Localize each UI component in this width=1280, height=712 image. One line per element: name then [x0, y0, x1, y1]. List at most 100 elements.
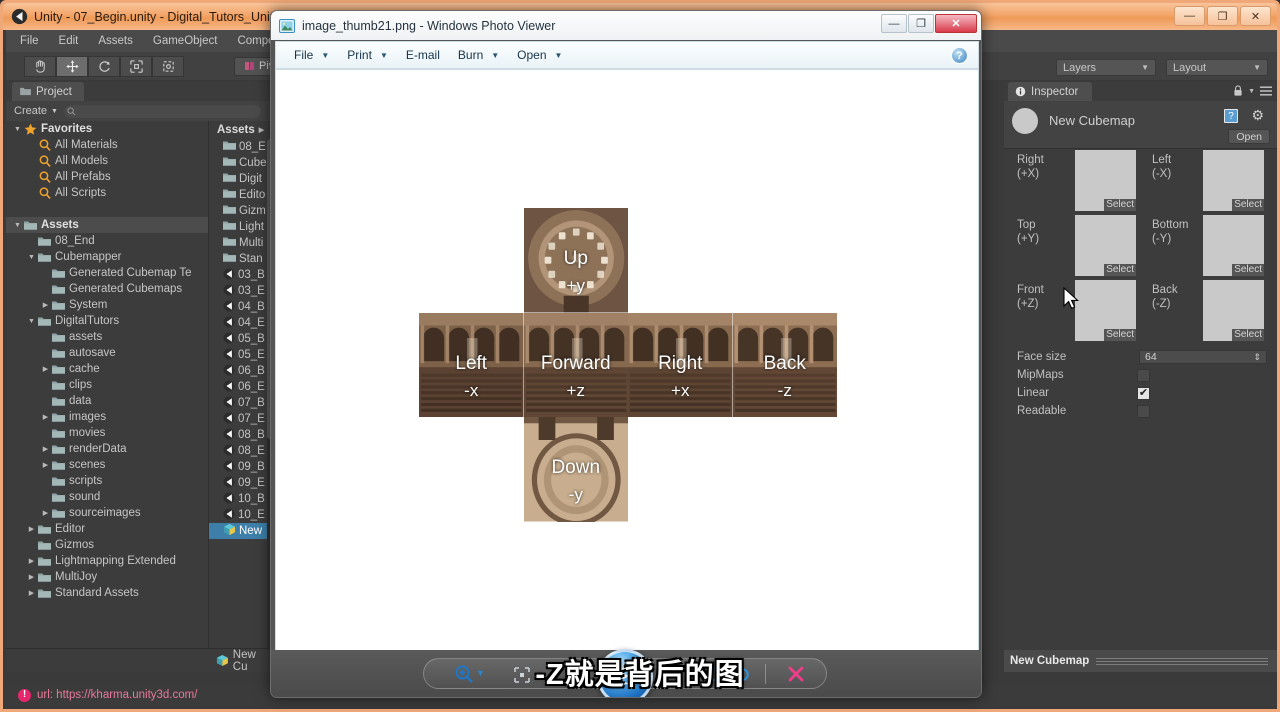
- pv-menu-open[interactable]: Open ▼: [517, 48, 562, 62]
- list-item[interactable]: Digit: [209, 171, 273, 187]
- rect-transform-tool-button[interactable]: [152, 55, 184, 77]
- tree-item-images[interactable]: ▶ images: [6, 409, 208, 425]
- gear-icon[interactable]: ⚙: [1251, 107, 1264, 124]
- layout-dropdown[interactable]: Layout ▼: [1166, 59, 1268, 76]
- unity-minimize-button[interactable]: —: [1174, 6, 1205, 26]
- pv-minimize-button[interactable]: —: [881, 14, 907, 33]
- pv-menu-print[interactable]: Print ▼: [347, 48, 388, 62]
- chevron-down-icon[interactable]: ▼: [12, 126, 23, 133]
- menu-assets[interactable]: Assets: [98, 35, 133, 47]
- list-item[interactable]: 10_E: [209, 507, 273, 523]
- tree-item-cache[interactable]: ▶ cache: [6, 361, 208, 377]
- face-back-thumbnail[interactable]: Select: [1202, 279, 1265, 342]
- help-button[interactable]: ?: [951, 47, 968, 64]
- list-item[interactable]: 07_B: [209, 395, 273, 411]
- chevron-right-icon[interactable]: ▶: [40, 461, 51, 469]
- lock-icon[interactable]: [1233, 85, 1243, 97]
- tree-item-system[interactable]: ▶ System: [6, 297, 208, 313]
- project-tree[interactable]: ▼ Favorites All Materials All Models All…: [6, 121, 208, 648]
- hand-tool-button[interactable]: [24, 55, 56, 77]
- face-top-thumbnail[interactable]: Select: [1074, 214, 1137, 277]
- hamburger-icon[interactable]: [1260, 86, 1272, 96]
- list-item[interactable]: 10_B: [209, 491, 273, 507]
- tree-item-movies[interactable]: movies: [6, 425, 208, 441]
- list-item[interactable]: 06_B: [209, 363, 273, 379]
- create-button[interactable]: Create ▼: [14, 105, 58, 117]
- list-item[interactable]: 08_E: [209, 443, 273, 459]
- tree-item-data[interactable]: data: [6, 393, 208, 409]
- tree-item-renderdata[interactable]: ▶ renderData: [6, 441, 208, 457]
- tree-item-digitaltutors[interactable]: ▼ DigitalTutors: [6, 313, 208, 329]
- menu-file[interactable]: File: [20, 35, 39, 47]
- face-top-select-button[interactable]: Select: [1104, 264, 1136, 276]
- search-input[interactable]: [63, 104, 261, 118]
- linear-checkbox[interactable]: ✔: [1137, 387, 1150, 400]
- open-button[interactable]: Open: [1228, 129, 1270, 144]
- tree-item-multijoy[interactable]: ▶ MultiJoy: [6, 569, 208, 585]
- chevron-right-icon[interactable]: ▶: [26, 525, 37, 533]
- help-icon[interactable]: ?: [1224, 109, 1238, 123]
- stepper-icon[interactable]: ⇕: [1253, 352, 1261, 363]
- chevron-right-icon[interactable]: ▶: [26, 573, 37, 581]
- tree-item-cubemapper[interactable]: ▼ Cubemapper: [6, 249, 208, 265]
- pv-menu-burn[interactable]: Burn ▼: [458, 48, 499, 62]
- list-item[interactable]: Cube: [209, 155, 273, 171]
- tree-item-editor[interactable]: ▶ Editor: [6, 521, 208, 537]
- menu-edit[interactable]: Edit: [59, 35, 79, 47]
- tree-item-clips[interactable]: clips: [6, 377, 208, 393]
- list-item[interactable]: 03_E: [209, 283, 273, 299]
- tree-item-08-end[interactable]: 08_End: [6, 233, 208, 249]
- face-bottom-thumbnail[interactable]: Select: [1202, 214, 1265, 277]
- tree-item-all-scripts[interactable]: All Scripts: [6, 185, 208, 201]
- face-right-select-button[interactable]: Select: [1104, 199, 1136, 211]
- tree-item-scripts[interactable]: scripts: [6, 473, 208, 489]
- face-right-thumbnail[interactable]: Select: [1074, 149, 1137, 212]
- asset-list-body[interactable]: 08_E Cube Digit Edito Gizm Light Multi S…: [209, 139, 273, 539]
- tree-item-all-models[interactable]: All Models: [6, 153, 208, 169]
- tree-item-generated-cubemap-te[interactable]: Generated Cubemap Te: [6, 265, 208, 281]
- layers-dropdown[interactable]: Layers ▼: [1056, 59, 1156, 76]
- list-item[interactable]: 09_B: [209, 459, 273, 475]
- pv-menu-file[interactable]: File ▼: [294, 48, 329, 62]
- tree-item-assets[interactable]: assets: [6, 329, 208, 345]
- chevron-down-icon[interactable]: ▼: [26, 254, 37, 261]
- list-item[interactable]: Gizm: [209, 203, 273, 219]
- chevron-right-icon[interactable]: ▶: [40, 365, 51, 373]
- list-item[interactable]: 05_B: [209, 331, 273, 347]
- list-item[interactable]: 06_E: [209, 379, 273, 395]
- pv-close-button[interactable]: ✕: [935, 14, 977, 33]
- menu-gameobject[interactable]: GameObject: [153, 35, 218, 47]
- tab-project[interactable]: Project: [12, 82, 84, 101]
- list-item[interactable]: Stan: [209, 251, 273, 267]
- list-item[interactable]: Edito: [209, 187, 273, 203]
- chevron-right-icon[interactable]: ▶: [40, 445, 51, 453]
- tree-item-lightmapping-extended[interactable]: ▶ Lightmapping Extended: [6, 553, 208, 569]
- list-item[interactable]: 04_E: [209, 315, 273, 331]
- tree-item-all-materials[interactable]: All Materials: [6, 137, 208, 153]
- list-item[interactable]: Light: [209, 219, 273, 235]
- photo-viewer-titlebar[interactable]: image_thumb21.png - Windows Photo Viewer…: [271, 11, 981, 40]
- tree-item-gizmos[interactable]: Gizmos: [6, 537, 208, 553]
- chevron-right-icon[interactable]: ▶: [26, 589, 37, 597]
- list-item[interactable]: 07_E: [209, 411, 273, 427]
- pv-menu-email[interactable]: E-mail: [406, 48, 440, 62]
- chevron-right-icon[interactable]: ▶: [40, 301, 51, 309]
- chevron-right-icon[interactable]: ▶: [40, 413, 51, 421]
- move-tool-button[interactable]: [56, 55, 88, 77]
- list-item[interactable]: 08_B: [209, 427, 273, 443]
- face-front-select-button[interactable]: Select: [1104, 329, 1136, 341]
- chevron-down-icon[interactable]: ▼: [1248, 88, 1255, 95]
- chevron-right-icon[interactable]: ▶: [26, 557, 37, 565]
- project-asset-list[interactable]: Assets ▶ 08_E Cube Digit Edito Gizm Ligh…: [208, 121, 273, 648]
- list-item[interactable]: 08_E: [209, 139, 273, 155]
- list-item[interactable]: 04_B: [209, 299, 273, 315]
- tab-inspector[interactable]: Inspector: [1008, 82, 1093, 101]
- unity-close-button[interactable]: ✕: [1240, 6, 1271, 26]
- rotate-tool-button[interactable]: [88, 55, 120, 77]
- list-item[interactable]: New: [209, 523, 273, 539]
- unity-maximize-button[interactable]: ❐: [1207, 6, 1238, 26]
- face-bottom-select-button[interactable]: Select: [1232, 264, 1264, 276]
- face-left-select-button[interactable]: Select: [1232, 199, 1264, 211]
- face-size-field[interactable]: 64 ⇕: [1139, 350, 1267, 364]
- face-back-select-button[interactable]: Select: [1232, 329, 1264, 341]
